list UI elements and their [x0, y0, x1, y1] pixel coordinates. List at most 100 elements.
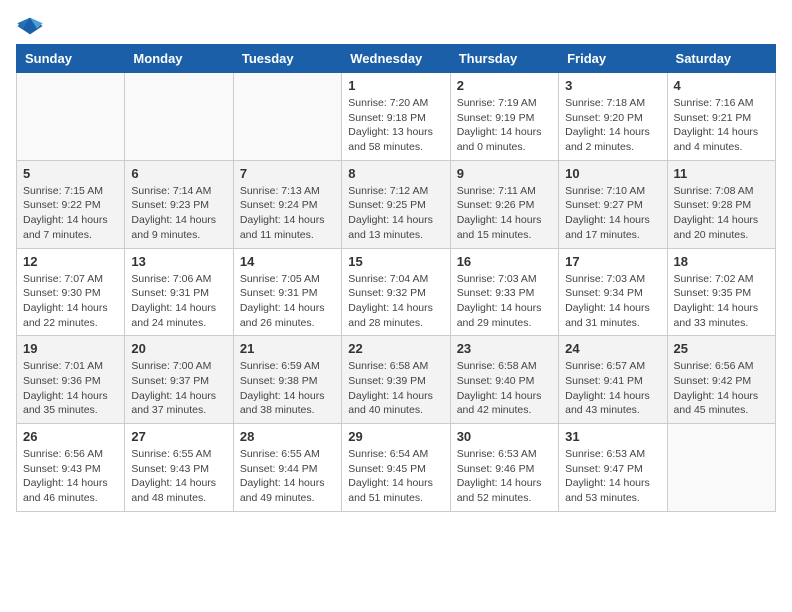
calendar-cell: 8 Sunrise: 7:12 AMSunset: 9:25 PMDaylight…	[342, 160, 450, 248]
calendar-cell: 29 Sunrise: 6:54 AMSunset: 9:45 PMDayligh…	[342, 424, 450, 512]
calendar-week-row: 5 Sunrise: 7:15 AMSunset: 9:22 PMDaylight…	[17, 160, 776, 248]
day-info: Sunrise: 6:58 AMSunset: 9:40 PMDaylight:…	[457, 359, 552, 418]
day-number: 3	[565, 78, 660, 93]
calendar-header-thursday: Thursday	[450, 45, 558, 73]
day-info: Sunrise: 6:53 AMSunset: 9:47 PMDaylight:…	[565, 447, 660, 506]
day-info: Sunrise: 7:00 AMSunset: 9:37 PMDaylight:…	[131, 359, 226, 418]
calendar-cell: 30 Sunrise: 6:53 AMSunset: 9:46 PMDayligh…	[450, 424, 558, 512]
logo-icon	[16, 16, 44, 36]
day-number: 15	[348, 254, 443, 269]
calendar-table: SundayMondayTuesdayWednesdayThursdayFrid…	[16, 44, 776, 512]
day-number: 17	[565, 254, 660, 269]
calendar-cell: 6 Sunrise: 7:14 AMSunset: 9:23 PMDaylight…	[125, 160, 233, 248]
calendar-week-row: 26Sunrise: 6:56 AMSunset: 9:43 PMDayligh…	[17, 424, 776, 512]
calendar-week-row: 1 Sunrise: 7:20 AMSunset: 9:18 PMDaylight…	[17, 73, 776, 161]
day-number: 5	[23, 166, 118, 181]
day-info: Sunrise: 6:59 AMSunset: 9:38 PMDaylight:…	[240, 359, 335, 418]
day-info: Sunrise: 6:57 AMSunset: 9:41 PMDaylight:…	[565, 359, 660, 418]
day-info: Sunrise: 7:11 AMSunset: 9:26 PMDaylight:…	[457, 184, 552, 243]
day-info: Sunrise: 7:13 AMSunset: 9:24 PMDaylight:…	[240, 184, 335, 243]
calendar-cell: 31 Sunrise: 6:53 AMSunset: 9:47 PMDayligh…	[559, 424, 667, 512]
calendar-header-friday: Friday	[559, 45, 667, 73]
day-info: Sunrise: 7:20 AMSunset: 9:18 PMDaylight:…	[348, 96, 443, 155]
calendar-cell: 14 Sunrise: 7:05 AMSunset: 9:31 PMDayligh…	[233, 248, 341, 336]
calendar-header-tuesday: Tuesday	[233, 45, 341, 73]
day-info: Sunrise: 6:55 AMSunset: 9:43 PMDaylight:…	[131, 447, 226, 506]
calendar-cell: 28Sunrise: 6:55 AMSunset: 9:44 PMDayligh…	[233, 424, 341, 512]
calendar-cell	[17, 73, 125, 161]
calendar-cell: 25 Sunrise: 6:56 AMSunset: 9:42 PMDayligh…	[667, 336, 775, 424]
day-info: Sunrise: 7:15 AMSunset: 9:22 PMDaylight:…	[23, 184, 118, 243]
page-header	[16, 16, 776, 36]
calendar-header-row: SundayMondayTuesdayWednesdayThursdayFrid…	[17, 45, 776, 73]
calendar-week-row: 12Sunrise: 7:07 AMSunset: 9:30 PMDayligh…	[17, 248, 776, 336]
day-number: 25	[674, 341, 769, 356]
day-number: 11	[674, 166, 769, 181]
day-info: Sunrise: 6:56 AMSunset: 9:42 PMDaylight:…	[674, 359, 769, 418]
day-number: 22	[348, 341, 443, 356]
calendar-cell: 13 Sunrise: 7:06 AMSunset: 9:31 PMDayligh…	[125, 248, 233, 336]
day-info: Sunrise: 7:08 AMSunset: 9:28 PMDaylight:…	[674, 184, 769, 243]
calendar-cell: 5 Sunrise: 7:15 AMSunset: 9:22 PMDaylight…	[17, 160, 125, 248]
calendar-cell: 12Sunrise: 7:07 AMSunset: 9:30 PMDayligh…	[17, 248, 125, 336]
calendar-cell: 7 Sunrise: 7:13 AMSunset: 9:24 PMDaylight…	[233, 160, 341, 248]
calendar-cell: 20Sunrise: 7:00 AMSunset: 9:37 PMDayligh…	[125, 336, 233, 424]
calendar-week-row: 19 Sunrise: 7:01 AMSunset: 9:36 PMDayligh…	[17, 336, 776, 424]
day-info: Sunrise: 7:06 AMSunset: 9:31 PMDaylight:…	[131, 272, 226, 331]
day-number: 19	[23, 341, 118, 356]
calendar-cell: 2 Sunrise: 7:19 AMSunset: 9:19 PMDaylight…	[450, 73, 558, 161]
calendar-cell	[233, 73, 341, 161]
day-number: 8	[348, 166, 443, 181]
calendar-header-sunday: Sunday	[17, 45, 125, 73]
calendar-cell: 11 Sunrise: 7:08 AMSunset: 9:28 PMDayligh…	[667, 160, 775, 248]
day-info: Sunrise: 7:03 AMSunset: 9:34 PMDaylight:…	[565, 272, 660, 331]
day-number: 31	[565, 429, 660, 444]
day-info: Sunrise: 7:01 AMSunset: 9:36 PMDaylight:…	[23, 359, 118, 418]
calendar-cell: 24Sunrise: 6:57 AMSunset: 9:41 PMDayligh…	[559, 336, 667, 424]
calendar-cell: 17 Sunrise: 7:03 AMSunset: 9:34 PMDayligh…	[559, 248, 667, 336]
day-number: 29	[348, 429, 443, 444]
day-info: Sunrise: 7:14 AMSunset: 9:23 PMDaylight:…	[131, 184, 226, 243]
day-number: 7	[240, 166, 335, 181]
day-number: 13	[131, 254, 226, 269]
day-number: 18	[674, 254, 769, 269]
calendar-cell: 15 Sunrise: 7:04 AMSunset: 9:32 PMDayligh…	[342, 248, 450, 336]
day-info: Sunrise: 7:12 AMSunset: 9:25 PMDaylight:…	[348, 184, 443, 243]
day-info: Sunrise: 6:53 AMSunset: 9:46 PMDaylight:…	[457, 447, 552, 506]
calendar-cell	[125, 73, 233, 161]
logo	[16, 16, 48, 36]
day-info: Sunrise: 6:55 AMSunset: 9:44 PMDaylight:…	[240, 447, 335, 506]
day-info: Sunrise: 7:04 AMSunset: 9:32 PMDaylight:…	[348, 272, 443, 331]
day-number: 30	[457, 429, 552, 444]
calendar-cell: 22 Sunrise: 6:58 AMSunset: 9:39 PMDayligh…	[342, 336, 450, 424]
day-number: 26	[23, 429, 118, 444]
day-number: 6	[131, 166, 226, 181]
calendar-cell: 21 Sunrise: 6:59 AMSunset: 9:38 PMDayligh…	[233, 336, 341, 424]
day-info: Sunrise: 7:16 AMSunset: 9:21 PMDaylight:…	[674, 96, 769, 155]
day-number: 2	[457, 78, 552, 93]
day-number: 23	[457, 341, 552, 356]
day-info: Sunrise: 6:58 AMSunset: 9:39 PMDaylight:…	[348, 359, 443, 418]
day-number: 1	[348, 78, 443, 93]
day-number: 12	[23, 254, 118, 269]
day-info: Sunrise: 7:10 AMSunset: 9:27 PMDaylight:…	[565, 184, 660, 243]
day-number: 10	[565, 166, 660, 181]
day-number: 9	[457, 166, 552, 181]
day-info: Sunrise: 7:02 AMSunset: 9:35 PMDaylight:…	[674, 272, 769, 331]
day-number: 14	[240, 254, 335, 269]
day-info: Sunrise: 7:03 AMSunset: 9:33 PMDaylight:…	[457, 272, 552, 331]
day-number: 16	[457, 254, 552, 269]
calendar-header-monday: Monday	[125, 45, 233, 73]
day-info: Sunrise: 6:54 AMSunset: 9:45 PMDaylight:…	[348, 447, 443, 506]
day-info: Sunrise: 7:05 AMSunset: 9:31 PMDaylight:…	[240, 272, 335, 331]
calendar-cell: 4Sunrise: 7:16 AMSunset: 9:21 PMDaylight…	[667, 73, 775, 161]
calendar-cell: 10 Sunrise: 7:10 AMSunset: 9:27 PMDayligh…	[559, 160, 667, 248]
calendar-cell: 1 Sunrise: 7:20 AMSunset: 9:18 PMDaylight…	[342, 73, 450, 161]
day-info: Sunrise: 7:19 AMSunset: 9:19 PMDaylight:…	[457, 96, 552, 155]
calendar-cell: 16 Sunrise: 7:03 AMSunset: 9:33 PMDayligh…	[450, 248, 558, 336]
day-number: 21	[240, 341, 335, 356]
calendar-header-wednesday: Wednesday	[342, 45, 450, 73]
calendar-cell: 27Sunrise: 6:55 AMSunset: 9:43 PMDayligh…	[125, 424, 233, 512]
calendar-cell	[667, 424, 775, 512]
calendar-cell: 23 Sunrise: 6:58 AMSunset: 9:40 PMDayligh…	[450, 336, 558, 424]
